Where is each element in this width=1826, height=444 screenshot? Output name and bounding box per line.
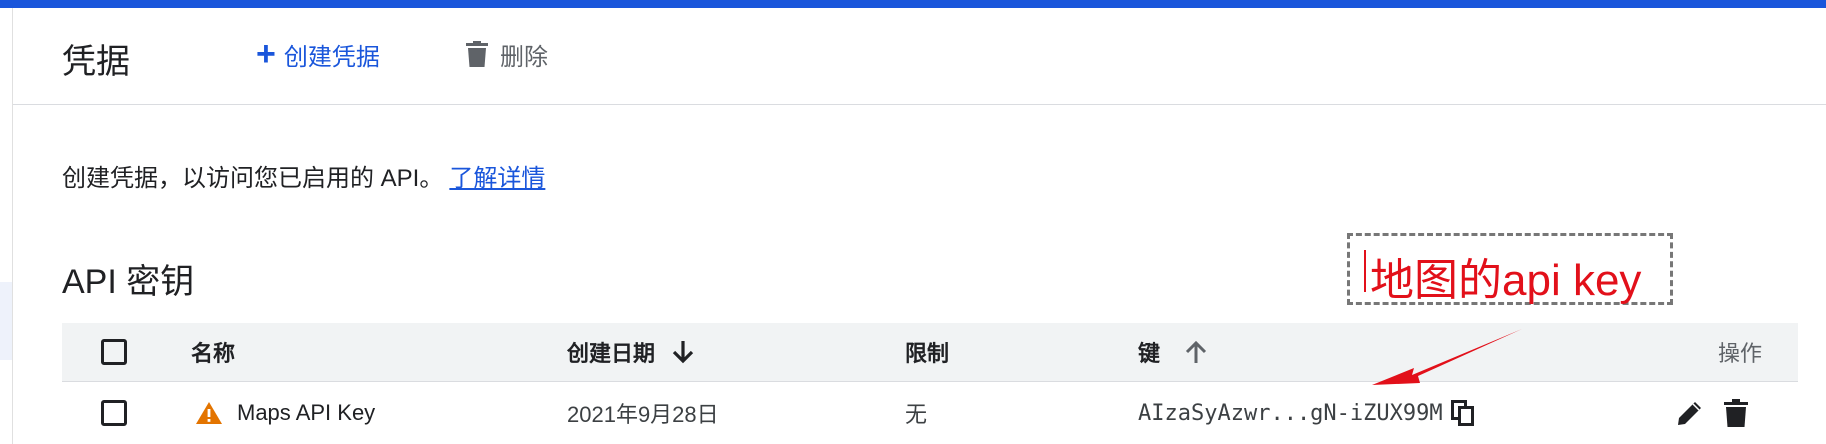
top-accent-bar: [0, 0, 1826, 8]
plus-icon: +: [256, 35, 276, 73]
column-restriction[interactable]: 限制: [905, 323, 949, 381]
intro-description: 创建凭据，以访问您已启用的 API。: [62, 165, 444, 192]
left-nav-highlight: [0, 282, 12, 360]
arrow-down-icon: [672, 341, 694, 364]
column-key[interactable]: 键: [1138, 323, 1208, 381]
text-cursor: [1364, 250, 1366, 292]
row-key-cell: AIzaSyAzwr...gN-iZUX99M: [1138, 382, 1475, 444]
warning-icon: [196, 402, 222, 424]
row-restriction: 无: [905, 402, 928, 427]
select-all-cell: [101, 323, 127, 381]
key-name-link[interactable]: Maps API Key: [237, 400, 375, 426]
row-created-date: 2021年9月28日: [567, 402, 719, 427]
create-credentials-label: 创建凭据: [283, 43, 380, 71]
arrow-up-icon: [1185, 340, 1207, 363]
delete-button[interactable]: 删除: [466, 36, 548, 72]
delete-label: 删除: [500, 43, 548, 71]
annotation-text: 地图的api key: [1370, 256, 1642, 305]
annotation-box: 地图的api key: [1347, 233, 1673, 305]
column-key-label: 键: [1138, 341, 1161, 366]
trash-icon: [466, 41, 488, 67]
learn-more-link[interactable]: 了解详情: [449, 165, 545, 192]
table-row[interactable]: Maps API Key 2021年9月28日 无 AIzaSyAzwr...g…: [62, 382, 1798, 444]
row-checkbox-cell: [101, 382, 127, 444]
api-key-value: AIzaSyAzwr...gN-iZUX99M: [1138, 400, 1443, 426]
intro-text: 创建凭据，以访问您已启用的 API。 了解详情: [62, 158, 545, 193]
row-name-cell: Maps API Key: [195, 382, 375, 444]
create-credentials-button[interactable]: + 创建凭据: [256, 36, 380, 72]
column-created[interactable]: 创建日期: [567, 323, 695, 381]
column-created-label: 创建日期: [567, 341, 656, 366]
table-header: 名称 创建日期 限制 键 操作: [62, 323, 1798, 382]
copy-icon[interactable]: [1450, 400, 1475, 426]
trash-icon[interactable]: [1724, 399, 1748, 427]
column-actions: 操作: [1718, 341, 1763, 366]
header-divider: [13, 104, 1826, 105]
left-divider: [12, 8, 13, 444]
row-actions: [1676, 382, 1748, 444]
pencil-icon[interactable]: [1676, 399, 1704, 427]
row-checkbox[interactable]: [101, 400, 127, 426]
column-name[interactable]: 名称: [191, 323, 235, 381]
page-title: 凭据: [62, 43, 130, 81]
api-keys-section-title: API 密钥: [62, 263, 195, 301]
select-all-checkbox[interactable]: [101, 339, 127, 365]
